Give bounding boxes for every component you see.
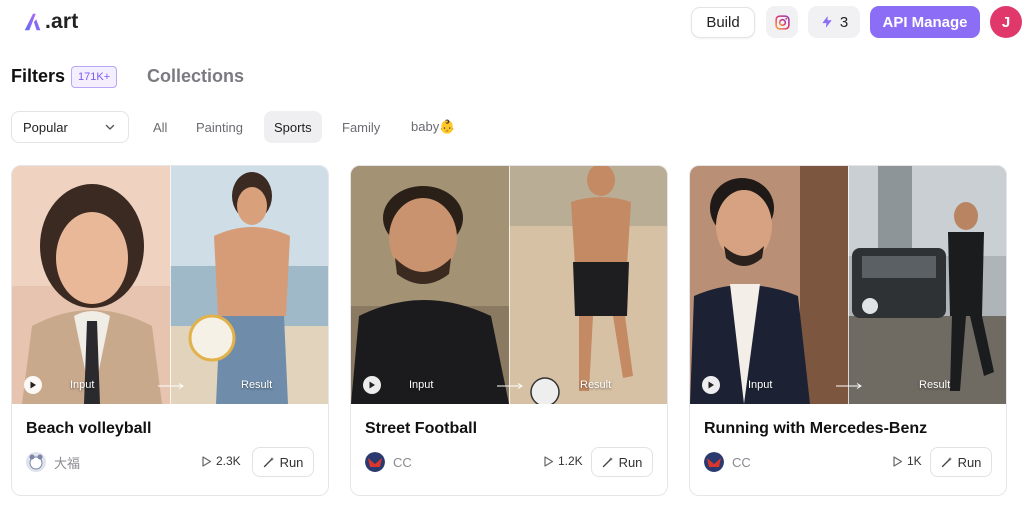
logo[interactable]: .art [22,8,78,36]
top-header: .art Build 3 API Manage J [0,0,1024,46]
credits-button[interactable]: 3 [808,6,860,38]
input-label: Input [409,379,434,391]
card-preview[interactable]: Input Result [351,166,667,404]
magic-wand-icon [263,457,274,468]
filter-card[interactable]: Input Result Street Football CC 1.2K Run [350,165,668,496]
instagram-icon [774,14,790,30]
card-title[interactable]: Street Football [365,420,477,438]
play-icon[interactable] [363,376,381,394]
result-label: Result [919,379,951,391]
card-title[interactable]: Beach volleyball [26,420,151,438]
card-author[interactable]: 大福 [26,452,80,472]
result-image [509,166,667,404]
tab-collections[interactable]: Collections [147,66,244,87]
card-preview[interactable]: Input Result [690,166,1006,404]
author-name: CC [393,454,412,470]
chevron-down-icon [105,124,115,130]
arrow-right-icon [836,383,862,389]
instagram-button[interactable] [766,6,798,38]
play-count: 1.2K [543,454,583,468]
filter-card[interactable]: Input Result Beach volleyball 大福 2.3K Ru… [11,165,329,496]
author-avatar [365,452,385,472]
play-outline-icon [202,455,212,467]
run-button[interactable]: Run [252,447,314,477]
filter-card[interactable]: Input Result Running with Mercedes-Benz … [689,165,1007,496]
user-avatar[interactable]: J [990,6,1022,38]
arrow-right-icon [158,383,184,389]
logo-icon [24,13,41,31]
card-author[interactable]: CC [704,452,751,472]
chip-all[interactable]: All [143,111,177,143]
input-label: Input [70,379,95,391]
play-icon[interactable] [702,376,720,394]
result-image [848,166,1006,404]
card-preview[interactable]: Input Result [12,166,328,404]
author-avatar [26,452,46,472]
chip-sports[interactable]: Sports [264,111,322,143]
magic-wand-icon [941,457,952,468]
api-manage-button[interactable]: API Manage [870,6,980,38]
result-image [170,166,328,404]
run-button[interactable]: Run [930,447,992,477]
author-avatar [704,452,724,472]
play-icon[interactable] [24,376,42,394]
chip-family[interactable]: Family [332,111,390,143]
credits-count: 3 [839,13,849,31]
chip-painting[interactable]: Painting [186,111,253,143]
play-count: 1K [892,454,922,468]
sort-dropdown[interactable]: Popular [11,111,129,143]
build-button[interactable]: Build [691,7,755,38]
input-image [12,166,170,404]
play-count: 2.3K [201,454,241,468]
result-label: Result [580,379,612,391]
result-label: Result [241,379,273,391]
card-title[interactable]: Running with Mercedes-Benz [704,420,927,438]
author-name: 大福 [54,455,81,471]
input-label: Input [748,379,773,391]
magic-wand-icon [602,457,613,468]
lightning-icon [822,16,832,28]
logo-text: .art [45,10,79,33]
input-image [351,166,509,404]
filters-count-badge: 171K+ [71,66,118,88]
play-outline-icon [544,455,554,467]
run-button[interactable]: Run [591,447,653,477]
chip-baby[interactable]: baby👶 [401,111,465,143]
input-image [690,166,848,404]
card-author[interactable]: CC [365,452,412,472]
play-outline-icon [893,455,903,467]
tab-filters[interactable]: Filters [11,66,65,87]
author-name: CC [732,454,751,470]
arrow-right-icon [497,383,523,389]
sort-dropdown-value: Popular [23,119,68,135]
